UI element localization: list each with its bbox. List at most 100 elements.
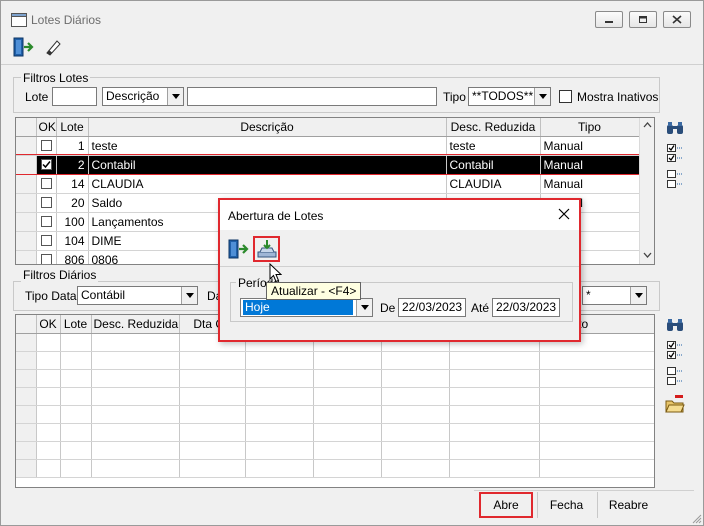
- campo-combo[interactable]: Descrição: [102, 87, 184, 106]
- empty-cell[interactable]: [449, 459, 540, 478]
- empty-cell[interactable]: [179, 351, 246, 370]
- empty-cell[interactable]: [60, 423, 92, 442]
- empty-cell[interactable]: [449, 369, 540, 388]
- tipo-combo-arrow[interactable]: [534, 88, 550, 105]
- empty-cell[interactable]: [245, 387, 314, 406]
- empty-cell[interactable]: [313, 387, 382, 406]
- empty-cell[interactable]: [91, 405, 180, 424]
- diarios-search-button[interactable]: [663, 314, 687, 336]
- row-indicator[interactable]: [16, 387, 37, 406]
- ok-checkbox[interactable]: [40, 140, 52, 151]
- table-row[interactable]: [16, 441, 654, 460]
- table-row[interactable]: [16, 405, 654, 424]
- ok-checkbox[interactable]: [40, 197, 52, 208]
- empty-cell[interactable]: [245, 423, 314, 442]
- scroll-down-icon[interactable]: [643, 252, 652, 258]
- dialog-exit-button[interactable]: [226, 237, 250, 261]
- lotes-unselect-all-button[interactable]: [663, 168, 687, 190]
- table-row[interactable]: 1 teste teste Manual: [16, 136, 640, 156]
- minimize-button[interactable]: [595, 11, 623, 28]
- row-indicator[interactable]: [16, 405, 37, 424]
- empty-cell[interactable]: [60, 459, 92, 478]
- empty-cell[interactable]: [381, 351, 450, 370]
- row-indicator[interactable]: [16, 174, 37, 194]
- table-row[interactable]: [16, 423, 654, 442]
- ate-date-input[interactable]: 22/03/2023: [492, 298, 560, 317]
- empty-cell[interactable]: [381, 387, 450, 406]
- tipo-combo[interactable]: **TODOS**: [468, 87, 551, 106]
- exit-button[interactable]: [11, 35, 35, 59]
- table-row[interactable]: 2 Contabil Contabil Manual: [16, 154, 640, 175]
- empty-cell[interactable]: [381, 441, 450, 460]
- column-header-desc-reduzida[interactable]: Desc. Reduzida: [91, 315, 180, 334]
- column-header-lote[interactable]: Lote: [56, 118, 89, 137]
- empty-cell[interactable]: [91, 351, 180, 370]
- empty-cell[interactable]: [539, 459, 654, 478]
- empty-cell[interactable]: [91, 459, 180, 478]
- empty-cell[interactable]: [179, 441, 246, 460]
- empty-cell[interactable]: [36, 441, 61, 460]
- table-row[interactable]: [16, 387, 654, 406]
- abre-button[interactable]: Abre: [479, 492, 533, 518]
- empty-cell[interactable]: [245, 441, 314, 460]
- empty-cell[interactable]: [313, 369, 382, 388]
- empty-cell[interactable]: [36, 405, 61, 424]
- empty-cell[interactable]: [449, 441, 540, 460]
- empty-cell[interactable]: [36, 423, 61, 442]
- row-indicator[interactable]: [16, 212, 37, 232]
- empty-cell[interactable]: [179, 387, 246, 406]
- empty-cell[interactable]: [313, 459, 382, 478]
- descricao-filter-input[interactable]: [187, 87, 437, 106]
- empty-cell[interactable]: [539, 441, 654, 460]
- resize-grip-icon[interactable]: [691, 513, 702, 524]
- empty-cell[interactable]: [449, 387, 540, 406]
- ok-cell[interactable]: [36, 212, 57, 232]
- empty-cell[interactable]: [245, 351, 314, 370]
- empty-cell[interactable]: [449, 405, 540, 424]
- empty-cell[interactable]: [36, 459, 61, 478]
- ok-cell[interactable]: [36, 155, 57, 175]
- empty-cell[interactable]: [36, 351, 61, 370]
- row-indicator[interactable]: [16, 351, 37, 370]
- empty-cell[interactable]: [91, 333, 180, 352]
- periodo-combo[interactable]: Hoje: [240, 298, 373, 317]
- column-header-ok[interactable]: OK: [36, 315, 61, 334]
- diarios-right-combo[interactable]: *: [582, 286, 647, 305]
- empty-cell[interactable]: [313, 405, 382, 424]
- dialog-refresh-button[interactable]: [253, 236, 280, 262]
- empty-cell[interactable]: [179, 369, 246, 388]
- lotes-select-all-button[interactable]: [663, 142, 687, 164]
- empty-cell[interactable]: [539, 387, 654, 406]
- mostra-inativos-checkbox[interactable]: [559, 90, 572, 103]
- empty-cell[interactable]: [313, 351, 382, 370]
- empty-cell[interactable]: [245, 405, 314, 424]
- empty-cell[interactable]: [179, 405, 246, 424]
- tipo-data-combo[interactable]: Contábil: [77, 286, 198, 305]
- empty-cell[interactable]: [91, 423, 180, 442]
- ok-cell[interactable]: [36, 250, 57, 264]
- periodo-combo-arrow[interactable]: [356, 299, 372, 316]
- row-indicator[interactable]: [16, 193, 37, 213]
- table-row[interactable]: 14 CLAUDIA CLAUDIA Manual: [16, 174, 640, 194]
- empty-cell[interactable]: [60, 405, 92, 424]
- empty-cell[interactable]: [539, 405, 654, 424]
- column-header-descricao[interactable]: Descrição: [88, 118, 447, 137]
- empty-cell[interactable]: [381, 459, 450, 478]
- row-indicator[interactable]: [16, 155, 37, 175]
- empty-cell[interactable]: [245, 459, 314, 478]
- row-indicator[interactable]: [16, 333, 37, 352]
- scroll-up-icon[interactable]: [643, 122, 652, 128]
- empty-cell[interactable]: [179, 423, 246, 442]
- column-header-desc-reduzida[interactable]: Desc. Reduzida: [446, 118, 541, 137]
- ok-cell[interactable]: [36, 174, 57, 194]
- lotes-grid-scrollbar[interactable]: [639, 118, 654, 264]
- ok-checkbox[interactable]: [40, 254, 52, 264]
- table-row[interactable]: [16, 369, 654, 388]
- empty-cell[interactable]: [60, 369, 92, 388]
- empty-cell[interactable]: [539, 423, 654, 442]
- row-indicator[interactable]: [16, 231, 37, 251]
- empty-cell[interactable]: [36, 333, 61, 352]
- empty-cell[interactable]: [36, 387, 61, 406]
- empty-cell[interactable]: [91, 387, 180, 406]
- column-header-ok[interactable]: OK: [36, 118, 57, 137]
